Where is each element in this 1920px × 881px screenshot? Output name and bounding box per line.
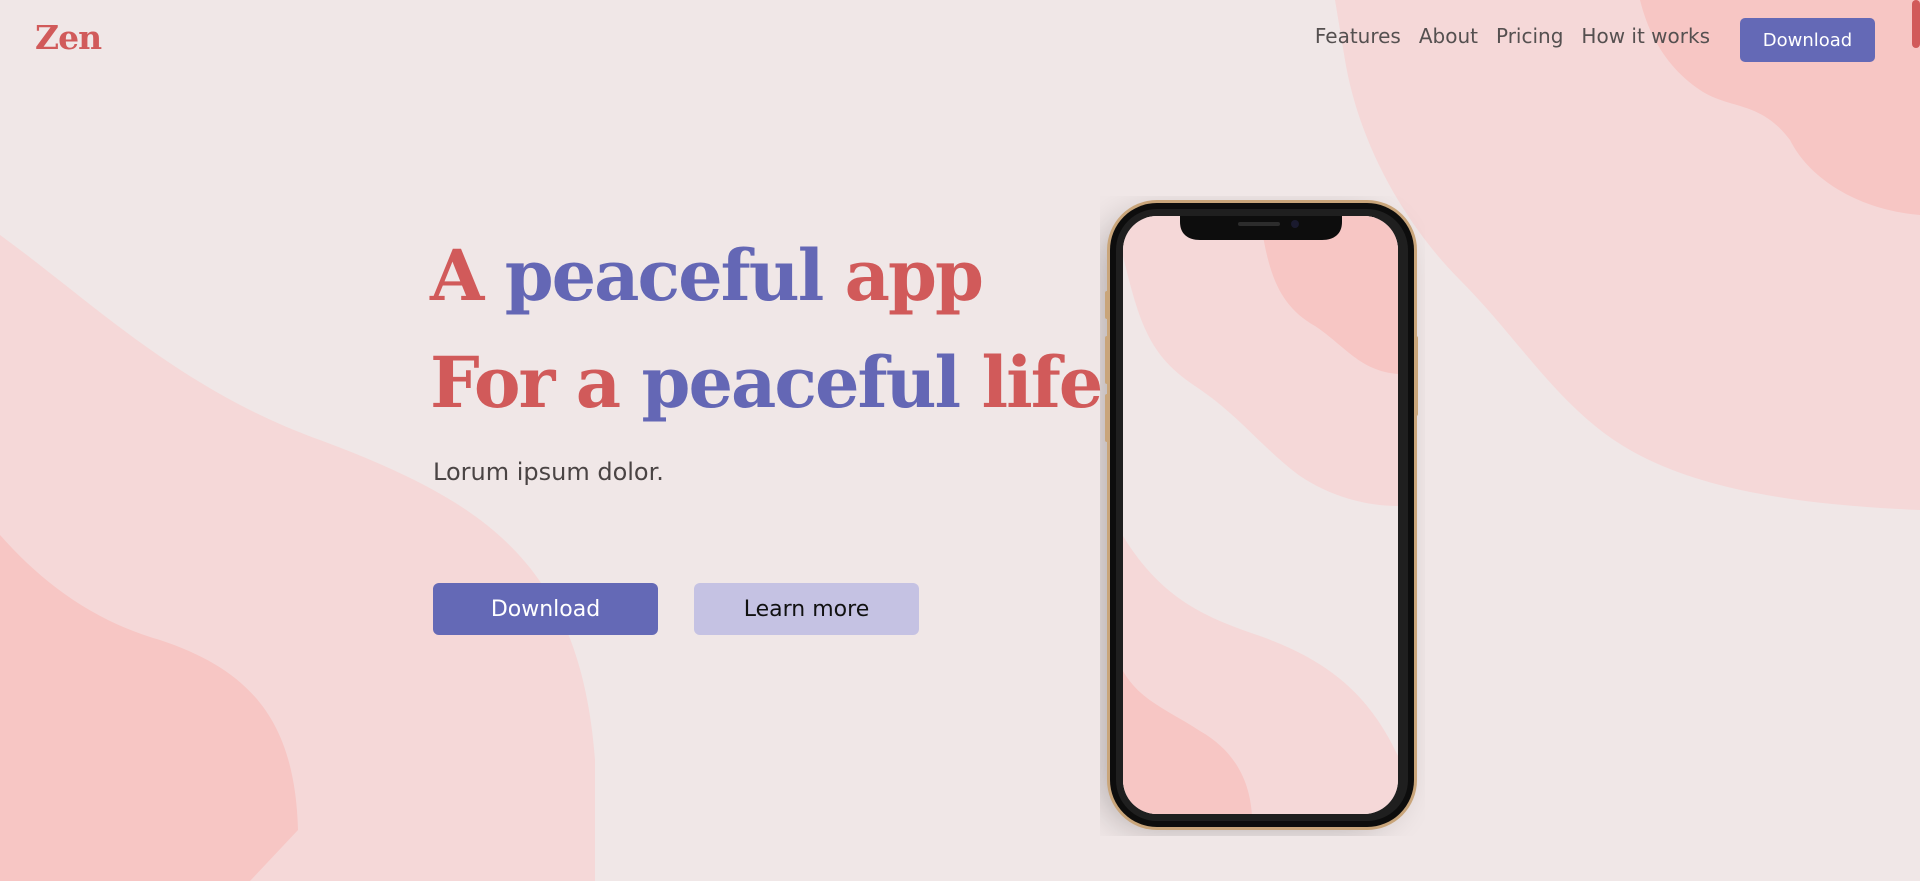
hero-title-line-1: A peaceful app (430, 222, 1101, 329)
hero-title: A peaceful app For a peaceful life (430, 222, 1104, 436)
learn-more-button[interactable]: Learn more (694, 583, 919, 635)
hero-download-button[interactable]: Download (433, 583, 658, 635)
landing-page: Zen Features About Pricing How it works … (0, 0, 1920, 881)
main-nav: Features About Pricing How it works (1315, 24, 1710, 48)
phone-camera (1291, 220, 1299, 228)
hero-title-word: For a (430, 341, 621, 424)
hero-subtitle: Lorum ipsum dolor. (433, 458, 664, 486)
nav-link-pricing[interactable]: Pricing (1496, 24, 1563, 48)
scrollbar-thumb[interactable] (1912, 0, 1920, 48)
hero-title-word: life (981, 341, 1104, 424)
hero-title-word: A (430, 234, 484, 317)
hero-title-word: peaceful (641, 341, 962, 424)
smartphone-mockup-icon (1100, 196, 1425, 836)
phone-speaker (1238, 222, 1280, 226)
hero-title-word: app (844, 234, 984, 317)
hero-title-line-2: For a peaceful life (430, 329, 1104, 436)
nav-link-about[interactable]: About (1419, 24, 1478, 48)
background-blobs (0, 0, 1920, 881)
nav-link-features[interactable]: Features (1315, 24, 1401, 48)
nav-download-button[interactable]: Download (1740, 18, 1875, 62)
phone-illustration (1100, 200, 1418, 830)
hero-title-word: peaceful (504, 234, 825, 317)
nav-link-how-it-works[interactable]: How it works (1581, 24, 1710, 48)
phone-notch (1180, 216, 1342, 240)
brand-logo[interactable]: Zen (35, 18, 102, 57)
